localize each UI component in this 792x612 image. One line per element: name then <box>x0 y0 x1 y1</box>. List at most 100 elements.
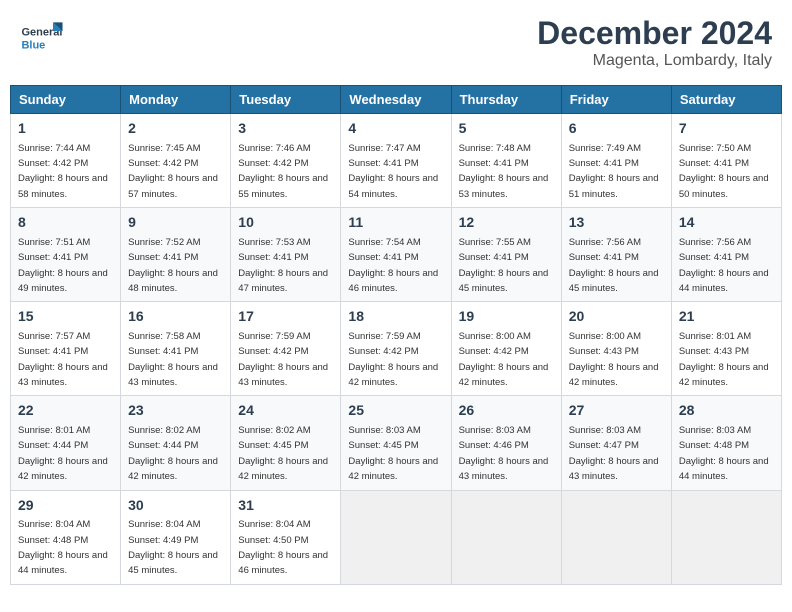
calendar-cell: 17 Sunrise: 7:59 AM Sunset: 4:42 PM Dayl… <box>231 302 341 396</box>
day-number: 28 <box>679 401 774 421</box>
day-info: Sunrise: 8:01 AM Sunset: 4:43 PM Dayligh… <box>679 331 769 388</box>
weekday-header-thursday: Thursday <box>451 86 561 114</box>
weekday-header-tuesday: Tuesday <box>231 86 341 114</box>
day-number: 18 <box>348 307 443 327</box>
day-info: Sunrise: 7:48 AM Sunset: 4:41 PM Dayligh… <box>459 143 549 200</box>
day-info: Sunrise: 7:54 AM Sunset: 4:41 PM Dayligh… <box>348 237 438 294</box>
day-info: Sunrise: 7:53 AM Sunset: 4:41 PM Dayligh… <box>238 237 328 294</box>
calendar-cell: 30 Sunrise: 8:04 AM Sunset: 4:49 PM Dayl… <box>121 490 231 584</box>
day-info: Sunrise: 8:03 AM Sunset: 4:48 PM Dayligh… <box>679 425 769 482</box>
day-number: 14 <box>679 213 774 233</box>
day-number: 13 <box>569 213 664 233</box>
calendar-cell <box>671 490 781 584</box>
calendar-cell: 28 Sunrise: 8:03 AM Sunset: 4:48 PM Dayl… <box>671 396 781 490</box>
calendar-week-row: 1 Sunrise: 7:44 AM Sunset: 4:42 PM Dayli… <box>11 114 782 208</box>
day-info: Sunrise: 8:03 AM Sunset: 4:45 PM Dayligh… <box>348 425 438 482</box>
day-info: Sunrise: 7:58 AM Sunset: 4:41 PM Dayligh… <box>128 331 218 388</box>
calendar-cell: 10 Sunrise: 7:53 AM Sunset: 4:41 PM Dayl… <box>231 208 341 302</box>
day-number: 27 <box>569 401 664 421</box>
calendar-week-row: 8 Sunrise: 7:51 AM Sunset: 4:41 PM Dayli… <box>11 208 782 302</box>
calendar-cell <box>451 490 561 584</box>
day-info: Sunrise: 7:56 AM Sunset: 4:41 PM Dayligh… <box>679 237 769 294</box>
day-number: 19 <box>459 307 554 327</box>
day-info: Sunrise: 8:00 AM Sunset: 4:43 PM Dayligh… <box>569 331 659 388</box>
calendar-cell: 27 Sunrise: 8:03 AM Sunset: 4:47 PM Dayl… <box>561 396 671 490</box>
calendar-week-row: 15 Sunrise: 7:57 AM Sunset: 4:41 PM Dayl… <box>11 302 782 396</box>
day-number: 23 <box>128 401 223 421</box>
calendar-cell: 6 Sunrise: 7:49 AM Sunset: 4:41 PM Dayli… <box>561 114 671 208</box>
day-number: 21 <box>679 307 774 327</box>
calendar-cell: 8 Sunrise: 7:51 AM Sunset: 4:41 PM Dayli… <box>11 208 121 302</box>
day-number: 9 <box>128 213 223 233</box>
logo: General Blue <box>20 15 68 59</box>
day-info: Sunrise: 7:55 AM Sunset: 4:41 PM Dayligh… <box>459 237 549 294</box>
calendar-cell: 23 Sunrise: 8:02 AM Sunset: 4:44 PM Dayl… <box>121 396 231 490</box>
calendar-cell: 11 Sunrise: 7:54 AM Sunset: 4:41 PM Dayl… <box>341 208 451 302</box>
day-info: Sunrise: 7:56 AM Sunset: 4:41 PM Dayligh… <box>569 237 659 294</box>
calendar-cell: 19 Sunrise: 8:00 AM Sunset: 4:42 PM Dayl… <box>451 302 561 396</box>
calendar-cell: 14 Sunrise: 7:56 AM Sunset: 4:41 PM Dayl… <box>671 208 781 302</box>
day-number: 24 <box>238 401 333 421</box>
weekday-header-wednesday: Wednesday <box>341 86 451 114</box>
calendar-cell: 9 Sunrise: 7:52 AM Sunset: 4:41 PM Dayli… <box>121 208 231 302</box>
day-number: 12 <box>459 213 554 233</box>
day-info: Sunrise: 7:50 AM Sunset: 4:41 PM Dayligh… <box>679 143 769 200</box>
day-number: 8 <box>18 213 113 233</box>
day-number: 3 <box>238 119 333 139</box>
day-info: Sunrise: 7:59 AM Sunset: 4:42 PM Dayligh… <box>348 331 438 388</box>
day-info: Sunrise: 7:49 AM Sunset: 4:41 PM Dayligh… <box>569 143 659 200</box>
day-number: 2 <box>128 119 223 139</box>
day-number: 17 <box>238 307 333 327</box>
day-number: 25 <box>348 401 443 421</box>
day-info: Sunrise: 7:47 AM Sunset: 4:41 PM Dayligh… <box>348 143 438 200</box>
day-number: 29 <box>18 496 113 516</box>
calendar-cell: 21 Sunrise: 8:01 AM Sunset: 4:43 PM Dayl… <box>671 302 781 396</box>
day-info: Sunrise: 8:00 AM Sunset: 4:42 PM Dayligh… <box>459 331 549 388</box>
day-info: Sunrise: 8:03 AM Sunset: 4:46 PM Dayligh… <box>459 425 549 482</box>
calendar-cell: 20 Sunrise: 8:00 AM Sunset: 4:43 PM Dayl… <box>561 302 671 396</box>
day-number: 6 <box>569 119 664 139</box>
day-info: Sunrise: 8:02 AM Sunset: 4:45 PM Dayligh… <box>238 425 328 482</box>
calendar-cell <box>341 490 451 584</box>
day-info: Sunrise: 8:04 AM Sunset: 4:48 PM Dayligh… <box>18 519 108 576</box>
calendar-cell: 25 Sunrise: 8:03 AM Sunset: 4:45 PM Dayl… <box>341 396 451 490</box>
calendar-cell: 29 Sunrise: 8:04 AM Sunset: 4:48 PM Dayl… <box>11 490 121 584</box>
calendar-cell: 2 Sunrise: 7:45 AM Sunset: 4:42 PM Dayli… <box>121 114 231 208</box>
day-number: 16 <box>128 307 223 327</box>
day-number: 5 <box>459 119 554 139</box>
day-info: Sunrise: 7:45 AM Sunset: 4:42 PM Dayligh… <box>128 143 218 200</box>
calendar-cell: 26 Sunrise: 8:03 AM Sunset: 4:46 PM Dayl… <box>451 396 561 490</box>
day-info: Sunrise: 7:59 AM Sunset: 4:42 PM Dayligh… <box>238 331 328 388</box>
calendar-cell: 3 Sunrise: 7:46 AM Sunset: 4:42 PM Dayli… <box>231 114 341 208</box>
day-number: 30 <box>128 496 223 516</box>
calendar-table: SundayMondayTuesdayWednesdayThursdayFrid… <box>10 85 782 585</box>
weekday-header-monday: Monday <box>121 86 231 114</box>
weekday-header-saturday: Saturday <box>671 86 781 114</box>
day-number: 7 <box>679 119 774 139</box>
weekday-header-row: SundayMondayTuesdayWednesdayThursdayFrid… <box>11 86 782 114</box>
day-info: Sunrise: 8:04 AM Sunset: 4:50 PM Dayligh… <box>238 519 328 576</box>
calendar-cell: 24 Sunrise: 8:02 AM Sunset: 4:45 PM Dayl… <box>231 396 341 490</box>
day-number: 20 <box>569 307 664 327</box>
calendar-cell: 16 Sunrise: 7:58 AM Sunset: 4:41 PM Dayl… <box>121 302 231 396</box>
month-title: December 2024 <box>537 15 772 52</box>
day-info: Sunrise: 8:02 AM Sunset: 4:44 PM Dayligh… <box>128 425 218 482</box>
day-info: Sunrise: 7:51 AM Sunset: 4:41 PM Dayligh… <box>18 237 108 294</box>
page-header: General Blue December 2024 Magenta, Lomb… <box>10 10 782 75</box>
svg-text:Blue: Blue <box>21 40 45 52</box>
calendar-week-row: 22 Sunrise: 8:01 AM Sunset: 4:44 PM Dayl… <box>11 396 782 490</box>
calendar-cell: 13 Sunrise: 7:56 AM Sunset: 4:41 PM Dayl… <box>561 208 671 302</box>
day-info: Sunrise: 7:44 AM Sunset: 4:42 PM Dayligh… <box>18 143 108 200</box>
day-number: 4 <box>348 119 443 139</box>
calendar-cell: 5 Sunrise: 7:48 AM Sunset: 4:41 PM Dayli… <box>451 114 561 208</box>
day-info: Sunrise: 8:03 AM Sunset: 4:47 PM Dayligh… <box>569 425 659 482</box>
day-number: 22 <box>18 401 113 421</box>
logo-icon: General Blue <box>20 15 64 59</box>
day-number: 26 <box>459 401 554 421</box>
calendar-cell: 15 Sunrise: 7:57 AM Sunset: 4:41 PM Dayl… <box>11 302 121 396</box>
calendar-cell: 12 Sunrise: 7:55 AM Sunset: 4:41 PM Dayl… <box>451 208 561 302</box>
day-number: 10 <box>238 213 333 233</box>
day-info: Sunrise: 7:52 AM Sunset: 4:41 PM Dayligh… <box>128 237 218 294</box>
day-info: Sunrise: 8:04 AM Sunset: 4:49 PM Dayligh… <box>128 519 218 576</box>
weekday-header-friday: Friday <box>561 86 671 114</box>
